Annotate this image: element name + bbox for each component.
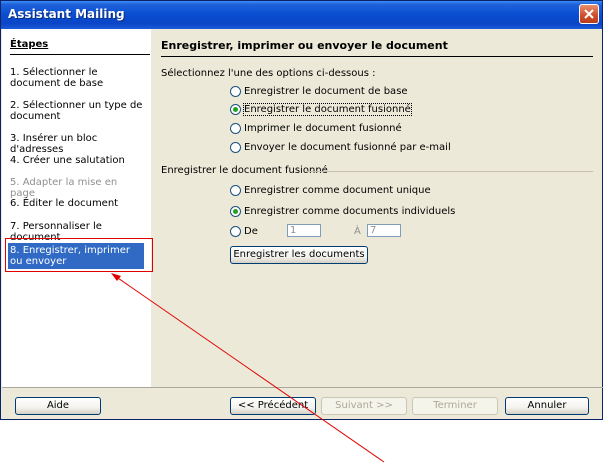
annotation-arrow xyxy=(111,273,385,463)
